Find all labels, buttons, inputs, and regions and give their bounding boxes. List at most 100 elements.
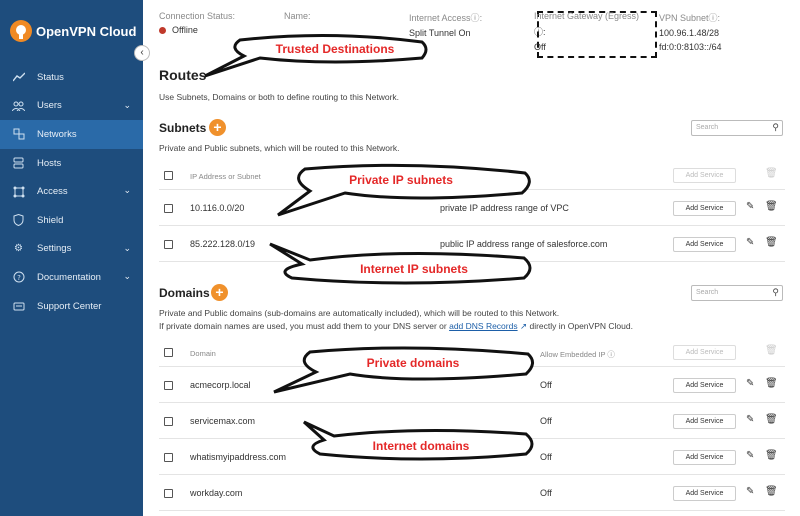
sidebar-item-status[interactable]: Status — [0, 63, 143, 92]
sidebar-item-support-center[interactable]: Support Center — [0, 292, 143, 321]
trash-icon[interactable]: 🗑 — [765, 378, 778, 389]
callout-internet-domains: Internet domains — [290, 420, 540, 468]
add-service-button[interactable]: Add Service — [673, 237, 736, 252]
add-service-button[interactable]: Add Service — [673, 414, 736, 429]
domains-description-line2: If private domain names are used, you mu… — [159, 321, 633, 332]
internet-gateway-value: Off — [534, 42, 546, 52]
row-checkbox[interactable] — [164, 204, 173, 213]
add-domain-button[interactable]: + — [211, 284, 228, 301]
row-checkbox[interactable] — [164, 240, 173, 249]
add-service-button-disabled[interactable]: Add Service — [673, 345, 736, 360]
add-service-button[interactable]: Add Service — [673, 486, 736, 501]
internet-gateway: Internet Gateway (Egress) ⓘ: Off — [534, 11, 639, 52]
callout-text: Internet domains — [372, 439, 470, 453]
embedded-ip-value: Off — [540, 416, 552, 426]
edit-pencil-icon[interactable]: ✎ — [746, 201, 754, 212]
select-all-checkbox[interactable] — [164, 348, 173, 357]
sidebar-item-label: Status — [37, 71, 64, 83]
embedded-ip-value: Off — [540, 452, 552, 462]
network-icon — [12, 128, 25, 141]
subnet-address: 10.116.0.0/20 — [190, 203, 245, 213]
chevron-down-icon[interactable]: ⌄ — [123, 243, 131, 254]
domains-search-placeholder: Search — [696, 289, 719, 296]
users-icon — [12, 99, 25, 112]
edit-pencil-icon[interactable]: ✎ — [746, 486, 754, 497]
add-service-button[interactable]: Add Service — [673, 450, 736, 465]
subnets-description: Private and Public subnets, which will b… — [159, 143, 400, 153]
row-checkbox[interactable] — [164, 417, 173, 426]
add-dns-records-link[interactable]: add DNS Records — [449, 321, 518, 331]
row-checkbox[interactable] — [164, 381, 173, 390]
subnets-search-input[interactable]: Search ⚲ — [691, 120, 783, 136]
add-service-button-disabled[interactable]: Add Service — [673, 168, 736, 183]
internet-gateway-colon: : — [543, 27, 546, 37]
chevron-down-icon[interactable]: ⌄ — [123, 185, 131, 196]
edit-pencil-icon[interactable]: ✎ — [746, 450, 754, 461]
sidebar-item-label: Shield — [37, 214, 64, 226]
vpn-subnet-label-text: VPN Subnet — [659, 13, 709, 23]
info-icon[interactable]: ⓘ — [607, 350, 615, 359]
internet-gateway-label: Internet Gateway (Egress) — [534, 11, 640, 21]
sidebar-item-documentation[interactable]: ? Documentation ⌄ — [0, 263, 143, 292]
sidebar-nav: Status Users ⌄ Networks Hosts Access ⌄ S… — [0, 63, 143, 320]
access-nodes-icon — [12, 185, 25, 198]
search-icon: ⚲ — [772, 122, 779, 132]
connection-status-text: Offline — [172, 25, 198, 35]
select-all-checkbox[interactable] — [164, 171, 173, 180]
trash-icon[interactable]: 🗑 — [765, 237, 778, 248]
callout-text: Trusted Destinations — [275, 42, 395, 56]
sidebar-item-shield[interactable]: Shield — [0, 206, 143, 235]
trash-icon[interactable]: 🗑 — [765, 450, 778, 461]
edit-pencil-icon[interactable]: ✎ — [746, 237, 754, 248]
vpn-subnet-colon: : — [717, 13, 721, 23]
callout-text: Private IP subnets — [349, 173, 453, 187]
callout-private-subnets: Private IP subnets — [270, 163, 540, 218]
info-icon[interactable]: ⓘ — [534, 27, 543, 37]
info-icon[interactable]: ⓘ — [471, 13, 480, 23]
chevron-down-icon[interactable]: ⌄ — [123, 100, 131, 111]
sidebar-item-access[interactable]: Access ⌄ — [0, 177, 143, 206]
trash-icon[interactable]: 🗑 — [765, 201, 778, 212]
vpn-subnet-label: VPN Subnetⓘ: — [659, 11, 722, 24]
internet-access-label: Internet Accessⓘ: — [409, 11, 482, 24]
trash-icon[interactable]: 🗑 — [765, 345, 778, 356]
sidebar-item-hosts[interactable]: Hosts — [0, 149, 143, 178]
gear-icon: ⚙ — [14, 243, 23, 255]
internet-access-label-text: Internet Access — [409, 13, 471, 23]
add-service-button[interactable]: Add Service — [673, 378, 736, 393]
question-circle-icon: ? — [12, 271, 25, 284]
domains-description-line1: Private and Public domains (sub-domains … — [159, 308, 560, 318]
column-header-domain: Domain — [190, 349, 216, 358]
add-service-button[interactable]: Add Service — [673, 201, 736, 216]
column-header-ip: IP Address or Subnet — [190, 172, 261, 181]
plus-icon: + — [215, 284, 224, 300]
routes-description: Use Subnets, Domains or both to define r… — [159, 92, 400, 102]
sidebar-item-users[interactable]: Users ⌄ — [0, 92, 143, 121]
chevron-down-icon[interactable]: ⌄ — [123, 271, 131, 282]
add-subnet-button[interactable]: + — [209, 119, 226, 136]
callout-text: Internet IP subnets — [360, 262, 468, 276]
app-name: OpenVPN Cloud — [36, 23, 137, 39]
row-checkbox[interactable] — [164, 453, 173, 462]
internet-access-colon: : — [479, 13, 483, 23]
info-icon[interactable]: ⓘ — [709, 13, 718, 23]
sidebar-item-networks[interactable]: Networks — [0, 120, 143, 149]
sidebar-item-settings[interactable]: ⚙ Settings ⌄ — [0, 235, 143, 264]
table-row: workday.com Off Add Service ✎ 🗑 — [159, 475, 785, 511]
vpn-subnet-ipv6: fd:0:0:8103::/64 — [659, 42, 722, 52]
row-checkbox[interactable] — [164, 489, 173, 498]
embedded-ip-value: Off — [540, 488, 552, 498]
edit-pencil-icon[interactable]: ✎ — [746, 414, 754, 425]
trash-icon[interactable]: 🗑 — [765, 414, 778, 425]
collapse-sidebar-button[interactable]: ‹ — [134, 45, 150, 61]
domain-name: servicemax.com — [190, 416, 256, 426]
sidebar-item-label: Support Center — [37, 300, 102, 312]
domains-search-input[interactable]: Search ⚲ — [691, 285, 783, 301]
column-header-embedded-ip: Allow Embedded IP ⓘ — [540, 349, 615, 360]
trash-icon[interactable]: 🗑 — [765, 168, 778, 179]
trash-icon[interactable]: 🗑 — [765, 486, 778, 497]
edit-pencil-icon[interactable]: ✎ — [746, 378, 754, 389]
svg-text:?: ? — [17, 274, 21, 282]
external-link-icon[interactable]: ↗ — [518, 321, 527, 331]
brand[interactable]: OpenVPN Cloud — [10, 20, 136, 42]
